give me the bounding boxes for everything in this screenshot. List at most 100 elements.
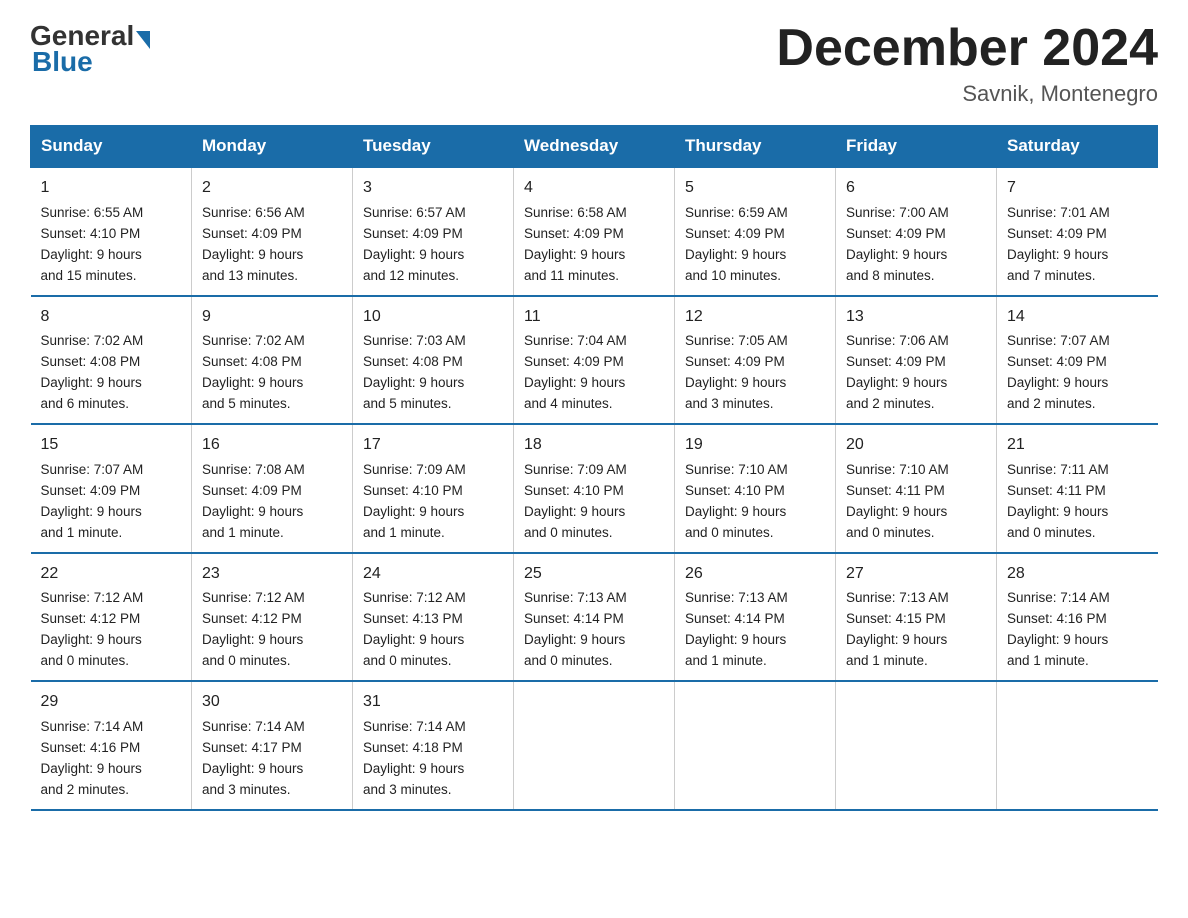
calendar-cell: 9Sunrise: 7:02 AM Sunset: 4:08 PM Daylig…	[192, 296, 353, 424]
day-number: 18	[524, 433, 664, 458]
calendar-cell	[675, 681, 836, 809]
calendar-cell	[997, 681, 1158, 809]
day-number: 9	[202, 305, 342, 330]
day-number: 12	[685, 305, 825, 330]
day-number: 17	[363, 433, 503, 458]
day-number: 4	[524, 176, 664, 201]
logo: General Blue	[30, 20, 152, 78]
calendar-cell: 22Sunrise: 7:12 AM Sunset: 4:12 PM Dayli…	[31, 553, 192, 681]
day-info: Sunrise: 7:14 AM Sunset: 4:17 PM Dayligh…	[202, 717, 342, 801]
day-number: 24	[363, 562, 503, 587]
main-title: December 2024	[776, 20, 1158, 77]
calendar-cell: 13Sunrise: 7:06 AM Sunset: 4:09 PM Dayli…	[836, 296, 997, 424]
day-number: 15	[41, 433, 182, 458]
weekday-header-row: SundayMondayTuesdayWednesdayThursdayFrid…	[31, 126, 1158, 168]
day-info: Sunrise: 6:58 AM Sunset: 4:09 PM Dayligh…	[524, 203, 664, 287]
day-info: Sunrise: 7:09 AM Sunset: 4:10 PM Dayligh…	[524, 460, 664, 544]
day-number: 29	[41, 690, 182, 715]
day-number: 23	[202, 562, 342, 587]
calendar-week-row: 22Sunrise: 7:12 AM Sunset: 4:12 PM Dayli…	[31, 553, 1158, 681]
calendar-week-row: 1Sunrise: 6:55 AM Sunset: 4:10 PM Daylig…	[31, 167, 1158, 295]
calendar-cell: 10Sunrise: 7:03 AM Sunset: 4:08 PM Dayli…	[353, 296, 514, 424]
day-info: Sunrise: 7:04 AM Sunset: 4:09 PM Dayligh…	[524, 331, 664, 415]
day-info: Sunrise: 7:13 AM Sunset: 4:14 PM Dayligh…	[685, 588, 825, 672]
calendar-cell: 25Sunrise: 7:13 AM Sunset: 4:14 PM Dayli…	[514, 553, 675, 681]
day-info: Sunrise: 7:10 AM Sunset: 4:11 PM Dayligh…	[846, 460, 986, 544]
calendar-cell: 18Sunrise: 7:09 AM Sunset: 4:10 PM Dayli…	[514, 424, 675, 552]
calendar-week-row: 8Sunrise: 7:02 AM Sunset: 4:08 PM Daylig…	[31, 296, 1158, 424]
weekday-header-tuesday: Tuesday	[353, 126, 514, 168]
weekday-header-wednesday: Wednesday	[514, 126, 675, 168]
calendar-cell: 26Sunrise: 7:13 AM Sunset: 4:14 PM Dayli…	[675, 553, 836, 681]
weekday-header-monday: Monday	[192, 126, 353, 168]
calendar-cell: 31Sunrise: 7:14 AM Sunset: 4:18 PM Dayli…	[353, 681, 514, 809]
weekday-header-saturday: Saturday	[997, 126, 1158, 168]
calendar-cell: 30Sunrise: 7:14 AM Sunset: 4:17 PM Dayli…	[192, 681, 353, 809]
calendar-cell: 15Sunrise: 7:07 AM Sunset: 4:09 PM Dayli…	[31, 424, 192, 552]
day-number: 22	[41, 562, 182, 587]
day-info: Sunrise: 7:01 AM Sunset: 4:09 PM Dayligh…	[1007, 203, 1148, 287]
day-number: 3	[363, 176, 503, 201]
day-info: Sunrise: 7:07 AM Sunset: 4:09 PM Dayligh…	[1007, 331, 1148, 415]
day-info: Sunrise: 7:05 AM Sunset: 4:09 PM Dayligh…	[685, 331, 825, 415]
calendar-cell	[836, 681, 997, 809]
calendar-cell: 11Sunrise: 7:04 AM Sunset: 4:09 PM Dayli…	[514, 296, 675, 424]
day-info: Sunrise: 7:14 AM Sunset: 4:16 PM Dayligh…	[1007, 588, 1148, 672]
title-block: December 2024 Savnik, Montenegro	[776, 20, 1158, 107]
logo-triangle-icon	[136, 31, 150, 49]
day-info: Sunrise: 7:09 AM Sunset: 4:10 PM Dayligh…	[363, 460, 503, 544]
day-info: Sunrise: 7:02 AM Sunset: 4:08 PM Dayligh…	[202, 331, 342, 415]
calendar-cell: 6Sunrise: 7:00 AM Sunset: 4:09 PM Daylig…	[836, 167, 997, 295]
day-info: Sunrise: 6:55 AM Sunset: 4:10 PM Dayligh…	[41, 203, 182, 287]
calendar-cell: 4Sunrise: 6:58 AM Sunset: 4:09 PM Daylig…	[514, 167, 675, 295]
day-number: 20	[846, 433, 986, 458]
day-info: Sunrise: 7:08 AM Sunset: 4:09 PM Dayligh…	[202, 460, 342, 544]
weekday-header-friday: Friday	[836, 126, 997, 168]
calendar-week-row: 15Sunrise: 7:07 AM Sunset: 4:09 PM Dayli…	[31, 424, 1158, 552]
day-info: Sunrise: 7:12 AM Sunset: 4:12 PM Dayligh…	[202, 588, 342, 672]
calendar-cell: 2Sunrise: 6:56 AM Sunset: 4:09 PM Daylig…	[192, 167, 353, 295]
calendar-cell: 8Sunrise: 7:02 AM Sunset: 4:08 PM Daylig…	[31, 296, 192, 424]
calendar-cell: 17Sunrise: 7:09 AM Sunset: 4:10 PM Dayli…	[353, 424, 514, 552]
calendar-cell: 20Sunrise: 7:10 AM Sunset: 4:11 PM Dayli…	[836, 424, 997, 552]
day-info: Sunrise: 7:12 AM Sunset: 4:12 PM Dayligh…	[41, 588, 182, 672]
day-info: Sunrise: 6:59 AM Sunset: 4:09 PM Dayligh…	[685, 203, 825, 287]
day-info: Sunrise: 7:06 AM Sunset: 4:09 PM Dayligh…	[846, 331, 986, 415]
calendar-cell: 19Sunrise: 7:10 AM Sunset: 4:10 PM Dayli…	[675, 424, 836, 552]
day-number: 31	[363, 690, 503, 715]
day-number: 7	[1007, 176, 1148, 201]
day-info: Sunrise: 6:57 AM Sunset: 4:09 PM Dayligh…	[363, 203, 503, 287]
day-number: 25	[524, 562, 664, 587]
day-info: Sunrise: 7:07 AM Sunset: 4:09 PM Dayligh…	[41, 460, 182, 544]
day-number: 21	[1007, 433, 1148, 458]
subtitle: Savnik, Montenegro	[776, 81, 1158, 107]
calendar-cell: 1Sunrise: 6:55 AM Sunset: 4:10 PM Daylig…	[31, 167, 192, 295]
day-info: Sunrise: 7:03 AM Sunset: 4:08 PM Dayligh…	[363, 331, 503, 415]
day-number: 1	[41, 176, 182, 201]
day-number: 16	[202, 433, 342, 458]
calendar-cell: 14Sunrise: 7:07 AM Sunset: 4:09 PM Dayli…	[997, 296, 1158, 424]
calendar-week-row: 29Sunrise: 7:14 AM Sunset: 4:16 PM Dayli…	[31, 681, 1158, 809]
day-info: Sunrise: 7:12 AM Sunset: 4:13 PM Dayligh…	[363, 588, 503, 672]
logo-blue-text: Blue	[32, 46, 93, 77]
day-info: Sunrise: 7:10 AM Sunset: 4:10 PM Dayligh…	[685, 460, 825, 544]
day-number: 2	[202, 176, 342, 201]
day-number: 19	[685, 433, 825, 458]
day-info: Sunrise: 7:02 AM Sunset: 4:08 PM Dayligh…	[41, 331, 182, 415]
day-number: 14	[1007, 305, 1148, 330]
day-number: 10	[363, 305, 503, 330]
calendar-cell: 23Sunrise: 7:12 AM Sunset: 4:12 PM Dayli…	[192, 553, 353, 681]
day-number: 28	[1007, 562, 1148, 587]
calendar-cell: 16Sunrise: 7:08 AM Sunset: 4:09 PM Dayli…	[192, 424, 353, 552]
weekday-header-sunday: Sunday	[31, 126, 192, 168]
day-info: Sunrise: 7:11 AM Sunset: 4:11 PM Dayligh…	[1007, 460, 1148, 544]
calendar-cell: 27Sunrise: 7:13 AM Sunset: 4:15 PM Dayli…	[836, 553, 997, 681]
page-header: General Blue December 2024 Savnik, Monte…	[30, 20, 1158, 107]
day-number: 30	[202, 690, 342, 715]
day-info: Sunrise: 7:00 AM Sunset: 4:09 PM Dayligh…	[846, 203, 986, 287]
calendar-cell: 29Sunrise: 7:14 AM Sunset: 4:16 PM Dayli…	[31, 681, 192, 809]
calendar-cell: 3Sunrise: 6:57 AM Sunset: 4:09 PM Daylig…	[353, 167, 514, 295]
calendar-cell: 7Sunrise: 7:01 AM Sunset: 4:09 PM Daylig…	[997, 167, 1158, 295]
day-number: 8	[41, 305, 182, 330]
calendar-cell	[514, 681, 675, 809]
